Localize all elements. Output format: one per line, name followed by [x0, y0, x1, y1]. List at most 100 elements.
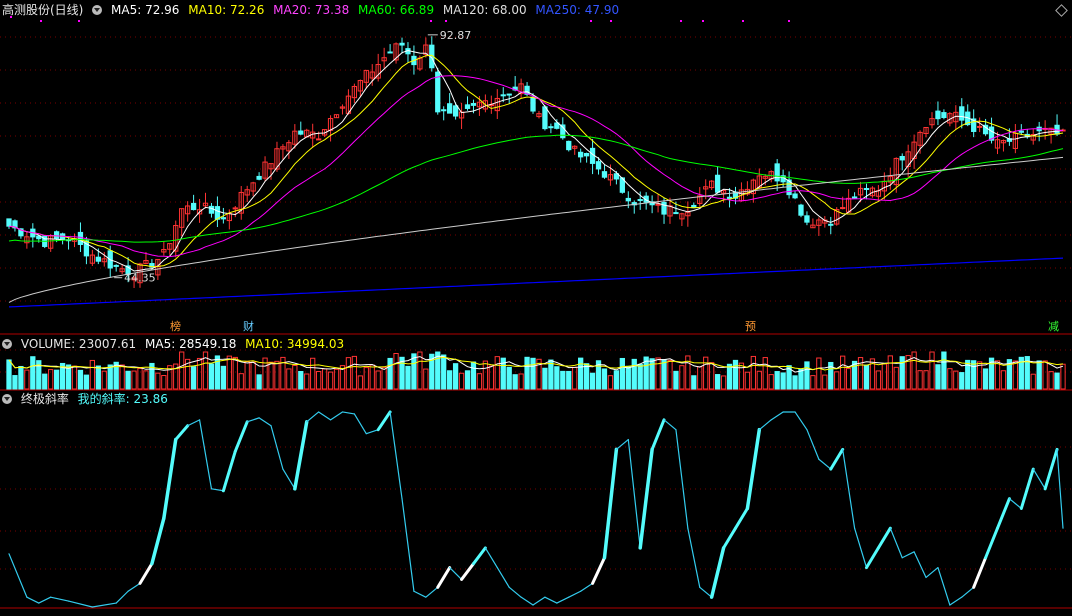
indicator-segment: [901, 551, 915, 559]
volume-bar: [774, 371, 780, 390]
indicator-segment: [1056, 448, 1064, 529]
signal-dot: [78, 20, 80, 22]
indicator-segment: [293, 420, 309, 491]
volume-bar: [89, 359, 96, 390]
indicator-segment: [162, 437, 178, 521]
volume-bar: [256, 374, 262, 390]
indicator-segment: [306, 411, 320, 423]
indicator-segment: [627, 438, 641, 549]
indicator-segment: [842, 448, 856, 529]
volume-bar: [470, 361, 477, 390]
candle: [774, 163, 780, 182]
event-marker-bang[interactable]: 榜: [169, 320, 182, 334]
indicator-segment: [864, 546, 880, 570]
signal-dot: [702, 20, 704, 22]
legend-menu-icon[interactable]: [92, 5, 103, 15]
indicator-segment: [675, 429, 689, 529]
volume-bar: [458, 372, 465, 390]
indicator-segment: [733, 507, 749, 530]
candle: [1018, 130, 1024, 133]
low-label: 44.35: [124, 272, 155, 285]
volume-bar: [732, 359, 739, 390]
candle: [214, 206, 221, 220]
signal-dot: [610, 20, 612, 22]
volume-bar: [947, 368, 953, 390]
candle: [804, 215, 810, 223]
indicator-segment: [91, 602, 117, 608]
indicator-segment: [38, 596, 52, 604]
candle: [464, 104, 471, 109]
indicator-segment: [508, 586, 522, 598]
candle: [595, 161, 602, 170]
legend-ma250: MA250: 47.90: [535, 3, 620, 17]
candle: [863, 188, 870, 191]
volume-bar: [143, 370, 149, 390]
event-marker-cai[interactable]: 财: [242, 320, 255, 334]
candle: [441, 109, 447, 112]
indicator-segment: [138, 562, 154, 585]
volume-bar: [53, 369, 60, 390]
line-ma250: [8, 257, 1064, 308]
volume-bar: [583, 363, 590, 390]
volume-bar: [524, 356, 530, 390]
volume-bar: [792, 375, 798, 390]
event-marker-jian[interactable]: 减: [1047, 320, 1060, 334]
volume-bar: [393, 352, 399, 390]
volume-bar: [750, 355, 756, 390]
signal-dot: [445, 20, 447, 22]
volume-bar: [1036, 360, 1042, 390]
indicator-segment: [115, 590, 129, 604]
volume-ma10: [8, 356, 1064, 371]
indicator-segment: [67, 600, 93, 608]
candle: [935, 110, 941, 120]
volume-bar: [464, 370, 471, 390]
volume-bar: [250, 361, 256, 390]
volume-bar: [179, 351, 185, 390]
volume-bar: [929, 351, 935, 390]
volume-bar: [530, 357, 536, 390]
volume-bar: [447, 370, 453, 390]
candle: [447, 103, 453, 114]
indicator-segment: [995, 497, 1011, 530]
volume-bar: [42, 373, 48, 390]
candle: [113, 264, 119, 267]
candle: [798, 204, 804, 216]
volume-bar: [893, 366, 899, 390]
volume-bar: [917, 370, 923, 390]
indicator-segment: [365, 429, 379, 435]
candle: [95, 256, 101, 262]
event-marker-yu[interactable]: 预: [744, 320, 757, 334]
volume-bar: [387, 357, 393, 390]
volume-bar: [691, 375, 697, 390]
indicator-segment: [650, 418, 666, 451]
volume-menu-icon[interactable]: [2, 339, 12, 349]
volume-bar: [768, 374, 774, 390]
indicator-segment: [318, 411, 332, 421]
indicator-segment: [806, 429, 820, 460]
indicator-menu-icon[interactable]: [2, 394, 12, 404]
volume-bar: [637, 363, 643, 390]
indicator-segment: [913, 551, 927, 579]
volume-bar: [125, 370, 131, 390]
volume-bar: [476, 373, 483, 390]
indicator-segment: [520, 596, 534, 606]
volume-bar: [840, 355, 846, 390]
indicator-segment: [937, 566, 951, 606]
indicator-segment: [1043, 447, 1059, 491]
volume-bar: [310, 357, 316, 390]
candle: [941, 112, 947, 119]
volume-bar: [726, 363, 733, 390]
indicator-segment: [1008, 498, 1022, 510]
candle: [673, 212, 679, 215]
signal-dot: [788, 20, 790, 22]
volume-bar: [363, 367, 369, 390]
volume-bar: [923, 370, 929, 390]
indicator-segment: [246, 417, 260, 423]
candle: [470, 103, 477, 106]
volume-bar: [77, 369, 84, 390]
candle: [435, 71, 441, 113]
volume-bar: [196, 357, 203, 390]
indicator-segment: [556, 596, 570, 604]
signal-dot: [680, 20, 682, 22]
volume-bar: [709, 362, 715, 390]
